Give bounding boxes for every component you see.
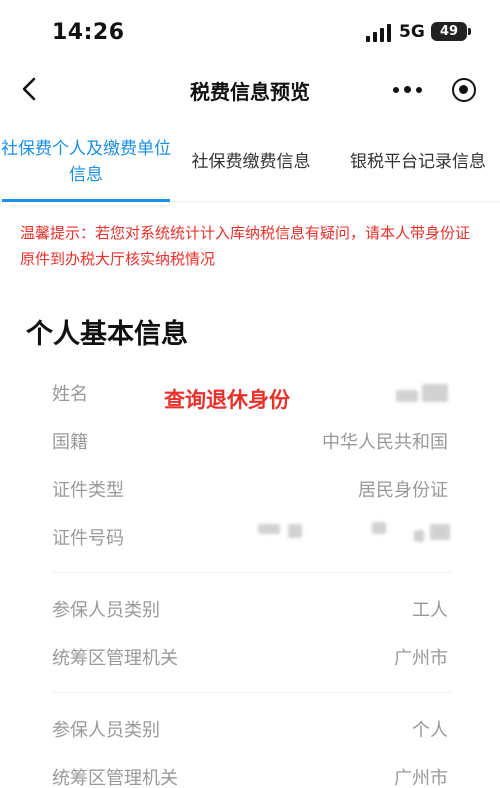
redacted-id — [430, 524, 450, 540]
nav-bar: 税费信息预览 — [0, 62, 500, 118]
section-title: 个人基本信息 — [26, 319, 188, 350]
info-row-id-type: 证件类型 居民身份证 — [0, 470, 500, 510]
row-label: 统筹区管理机关 — [52, 768, 178, 788]
info-row-insured-category: 参保人员类别 工人 — [0, 590, 500, 630]
tab-label: 社保费个人及缴费单位信息 — [1, 139, 171, 185]
info-row-id-number: 证件号码 — [0, 518, 500, 558]
info-row-management-authority: 统筹区管理机关 广州市 — [0, 758, 500, 788]
page-title: 税费信息预览 — [190, 80, 310, 104]
row-value: 广州市 — [394, 768, 448, 788]
divider — [52, 572, 452, 573]
battery-icon: 49 — [431, 22, 471, 41]
row-value: 个人 — [412, 720, 448, 741]
row-value: 工人 — [412, 600, 448, 621]
row-label: 参保人员类别 — [52, 720, 160, 741]
tab-personal-and-employer-info[interactable]: 社保费个人及缴费单位信息 — [0, 122, 172, 202]
redacted-id — [288, 524, 302, 538]
more-icon[interactable] — [393, 86, 423, 96]
row-value: 居民身份证 — [358, 480, 448, 501]
row-value: 中华人民共和国 — [322, 432, 448, 453]
row-label: 姓名 — [52, 384, 88, 405]
row-label: 参保人员类别 — [52, 600, 160, 621]
network-type: 5G — [399, 22, 425, 42]
redacted-name — [396, 390, 418, 402]
tab-label: 社保费缴费信息 — [191, 152, 311, 172]
redacted-name — [422, 384, 448, 402]
tab-payment-info[interactable]: 社保费缴费信息 — [176, 122, 326, 202]
tab-bar: 社保费个人及缴费单位信息 社保费缴费信息 银税平台记录信息 — [0, 122, 500, 202]
info-row-nationality: 国籍 中华人民共和国 — [0, 422, 500, 462]
row-label: 证件类型 — [52, 480, 124, 501]
row-label: 国籍 — [52, 432, 88, 453]
row-value: 广州市 — [394, 648, 448, 669]
info-row-management-authority: 统筹区管理机关 广州市 — [0, 638, 500, 678]
signal-icon — [366, 24, 392, 42]
divider — [52, 692, 452, 693]
info-row-insured-category: 参保人员类别 个人 — [0, 710, 500, 750]
row-label: 证件号码 — [52, 528, 124, 549]
close-miniprogram-icon[interactable] — [452, 78, 476, 102]
warning-notice: 温馨提示：若您对系统统计计入库纳税信息有疑问，请本人带身份证原件到办税大厅核实纳… — [20, 224, 471, 268]
redacted-id — [414, 530, 424, 542]
status-bar: 14:26 5G 49 — [0, 0, 500, 62]
tab-label: 银税平台记录信息 — [350, 152, 486, 172]
overlay-caption: 查询退休身份 — [164, 388, 290, 412]
redacted-id — [258, 524, 280, 534]
active-tab-indicator — [2, 199, 170, 202]
tab-bank-tax-records[interactable]: 银税平台记录信息 — [336, 122, 500, 202]
redacted-id — [372, 522, 386, 534]
row-label: 统筹区管理机关 — [52, 648, 178, 669]
status-time: 14:26 — [52, 20, 125, 45]
